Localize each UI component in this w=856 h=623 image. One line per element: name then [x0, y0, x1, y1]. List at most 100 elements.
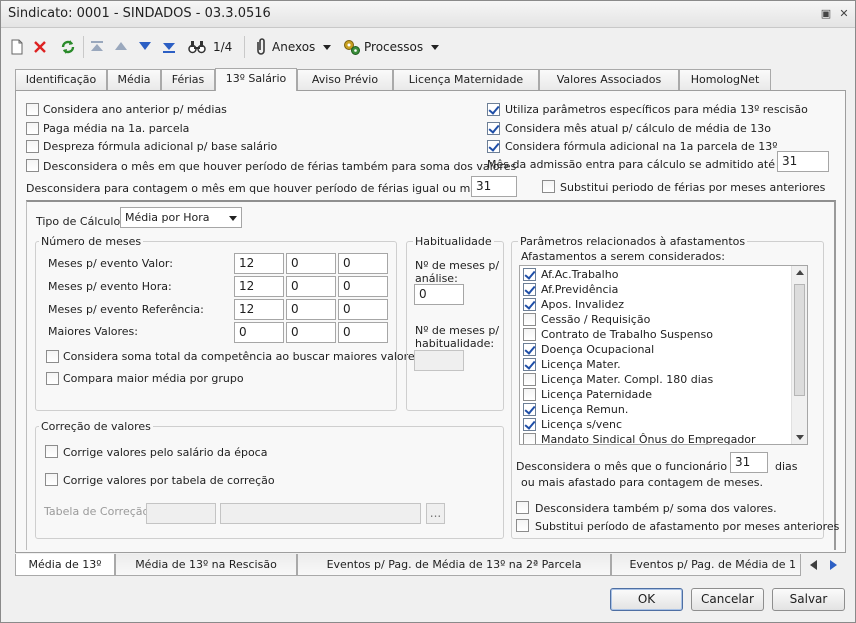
- months-hour-input-1[interactable]: 12: [234, 276, 284, 297]
- restore-icon[interactable]: ▣: [818, 6, 834, 22]
- months-reference-input-2[interactable]: 0: [286, 299, 336, 320]
- ok-button[interactable]: OK: [610, 588, 683, 611]
- tab-media-13[interactable]: Média de 13º: [15, 554, 115, 576]
- absence-checkbox[interactable]: [523, 373, 536, 386]
- absence-checkbox[interactable]: [523, 313, 536, 326]
- absence-checkbox[interactable]: [523, 403, 536, 416]
- disregard-month-label-2: ou mais afastado para contagem de meses.: [521, 476, 763, 489]
- list-item[interactable]: Licença Mater. Compl. 180 dias: [520, 372, 790, 387]
- analysis-months-input[interactable]: 0: [414, 284, 464, 305]
- tab-scroll-left-icon[interactable]: [808, 559, 820, 571]
- gears-icon[interactable]: [343, 38, 361, 56]
- tab-identificacao[interactable]: Identificação: [15, 69, 107, 90]
- absence-list-label: Afastamentos a serem considerados:: [521, 250, 725, 263]
- tab-eventos-2a-parcela[interactable]: Eventos p/ Pag. de Média de 13º na 2ª Pa…: [297, 554, 611, 576]
- chevron-down-icon[interactable]: [229, 216, 237, 221]
- correction-browse-button[interactable]: ...: [426, 503, 445, 524]
- habituality-months-input[interactable]: [414, 350, 464, 371]
- next-record-icon[interactable]: [139, 41, 151, 51]
- ignore-vacation-month-sum-checkbox[interactable]: [26, 159, 39, 172]
- tab-eventos-media[interactable]: Eventos p/ Pag. de Média de 1: [611, 554, 801, 576]
- list-item[interactable]: Licença Paternidade: [520, 387, 790, 402]
- months-reference-input-1[interactable]: 12: [234, 299, 284, 320]
- list-item[interactable]: Af.Ac.Trabalho: [520, 267, 790, 282]
- annexes-button[interactable]: Anexos: [272, 38, 315, 56]
- list-item[interactable]: Licença Remun.: [520, 402, 790, 417]
- first-record-icon[interactable]: [90, 40, 104, 54]
- months-value-input-3[interactable]: 0: [338, 253, 388, 274]
- consider-previous-year-checkbox[interactable]: [26, 103, 39, 116]
- tab-ferias[interactable]: Férias: [161, 69, 215, 90]
- disregard-days-input[interactable]: 31: [730, 452, 768, 473]
- list-item[interactable]: Mandato Sindical Ônus do Empregador: [520, 432, 790, 444]
- save-button[interactable]: Salvar: [772, 588, 845, 611]
- replace-absence-checkbox[interactable]: [516, 519, 529, 532]
- scroll-up-icon[interactable]: [796, 270, 804, 275]
- use-specific-params-checkbox[interactable]: [487, 103, 500, 116]
- absence-checkbox[interactable]: [523, 268, 536, 281]
- correction-table-code-input[interactable]: [146, 503, 216, 524]
- calc-type-select[interactable]: Média por Hora: [120, 207, 242, 228]
- months-value-input-2[interactable]: 0: [286, 253, 336, 274]
- pay-average-first-installment-label: Paga média na 1a. parcela: [43, 122, 190, 135]
- tab-13-salario[interactable]: 13º Salário: [215, 68, 297, 91]
- highest-values-input-3[interactable]: 0: [338, 322, 388, 343]
- sum-total-checkbox[interactable]: [46, 350, 59, 363]
- months-reference-input-3[interactable]: 0: [338, 299, 388, 320]
- tab-licenca-maternidade[interactable]: Licença Maternidade: [393, 69, 539, 90]
- months-value-input-1[interactable]: 12: [234, 253, 284, 274]
- chevron-down-icon[interactable]: [431, 45, 439, 50]
- absence-list-scrollbar[interactable]: [791, 266, 807, 444]
- list-item[interactable]: Cessão / Requisição: [520, 312, 790, 327]
- chevron-down-icon[interactable]: [323, 45, 331, 50]
- consider-additional-formula-checkbox[interactable]: [487, 140, 500, 153]
- list-item[interactable]: Licença s/venc: [520, 417, 790, 432]
- scroll-thumb[interactable]: [794, 284, 805, 396]
- vacation-count-input[interactable]: 31: [471, 176, 517, 197]
- absence-checkbox[interactable]: [523, 328, 536, 341]
- delete-icon[interactable]: [33, 40, 47, 54]
- tab-media[interactable]: Média: [107, 69, 161, 90]
- absence-checkbox[interactable]: [523, 343, 536, 356]
- tab-valores-associados[interactable]: Valores Associados: [539, 69, 679, 90]
- highest-values-input-1[interactable]: 0: [234, 322, 284, 343]
- processes-button[interactable]: Processos: [364, 38, 423, 56]
- list-item[interactable]: Contrato de Trabalho Suspenso: [520, 327, 790, 342]
- absence-checkbox[interactable]: [523, 433, 536, 444]
- correct-by-salary-checkbox[interactable]: [45, 445, 58, 458]
- months-hour-input-2[interactable]: 0: [286, 276, 336, 297]
- absence-checkbox[interactable]: [523, 283, 536, 296]
- last-record-icon[interactable]: [162, 40, 176, 54]
- admission-day-input[interactable]: 31: [777, 151, 829, 172]
- previous-record-icon[interactable]: [115, 41, 127, 51]
- close-icon[interactable]: ✕: [836, 6, 852, 22]
- tab-media-13-rescisao[interactable]: Média de 13º na Rescisão: [115, 554, 297, 576]
- tab-aviso-previo[interactable]: Aviso Prévio: [297, 69, 393, 90]
- pay-average-first-installment-checkbox[interactable]: [26, 122, 39, 135]
- also-sum-checkbox[interactable]: [516, 501, 529, 514]
- highest-values-input-2[interactable]: 0: [286, 322, 336, 343]
- cancel-button[interactable]: Cancelar: [691, 588, 764, 611]
- tab-scroll-right-icon[interactable]: [827, 559, 839, 571]
- correct-by-table-checkbox[interactable]: [45, 473, 58, 486]
- absence-checkbox[interactable]: [523, 388, 536, 401]
- scroll-down-icon[interactable]: [796, 435, 804, 440]
- list-item[interactable]: Af.Previdência: [520, 282, 790, 297]
- absence-checkbox[interactable]: [523, 298, 536, 311]
- absence-checkbox[interactable]: [523, 358, 536, 371]
- months-hour-input-3[interactable]: 0: [338, 276, 388, 297]
- replace-vacation-checkbox[interactable]: [542, 180, 555, 193]
- list-item[interactable]: Apos. Invalidez: [520, 297, 790, 312]
- refresh-icon[interactable]: [59, 38, 77, 56]
- compare-group-checkbox[interactable]: [46, 372, 59, 385]
- list-item[interactable]: Doença Ocupacional: [520, 342, 790, 357]
- consider-current-month-checkbox[interactable]: [487, 122, 500, 135]
- binoculars-icon[interactable]: [188, 39, 206, 55]
- absence-checkbox[interactable]: [523, 418, 536, 431]
- correction-table-name-input[interactable]: [220, 503, 421, 524]
- ignore-additional-formula-checkbox[interactable]: [26, 140, 39, 153]
- paperclip-icon[interactable]: [253, 38, 269, 56]
- tab-homolognet[interactable]: HomologNet: [679, 69, 771, 90]
- new-document-icon[interactable]: [10, 39, 24, 55]
- list-item[interactable]: Licença Mater.: [520, 357, 790, 372]
